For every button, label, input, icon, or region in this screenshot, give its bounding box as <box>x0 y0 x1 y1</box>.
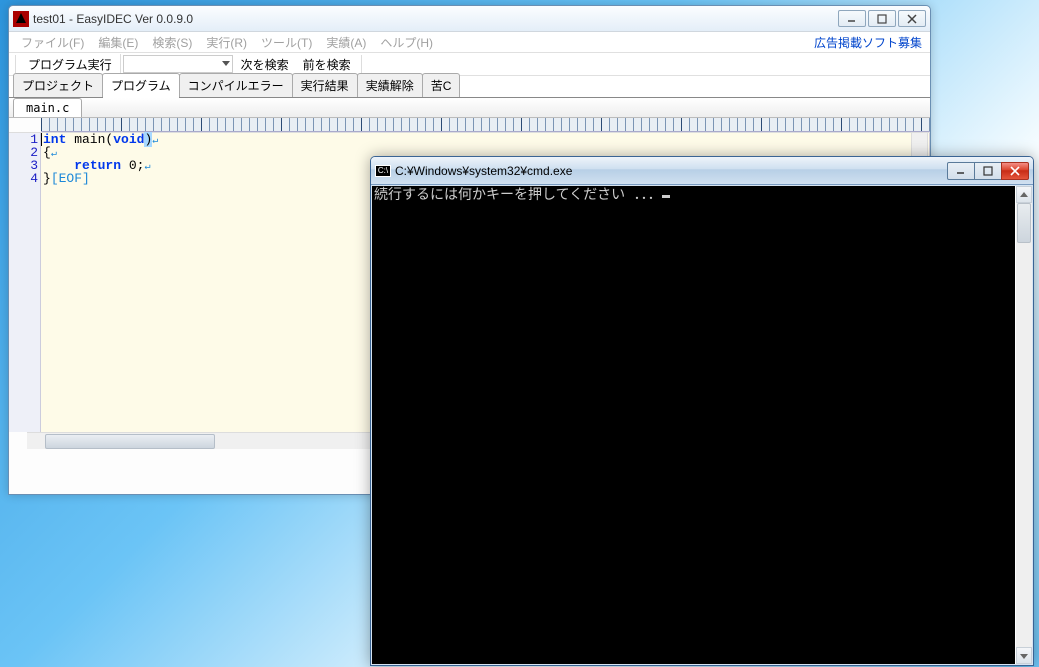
cmd-vertical-scrollbar[interactable] <box>1015 186 1032 664</box>
tab-project[interactable]: プロジェクト <box>13 73 103 97</box>
menu-run[interactable]: 実行(R) <box>202 32 251 53</box>
ad-link[interactable]: 広告掲載ソフト募集 <box>814 34 922 51</box>
cmd-maximize-button[interactable] <box>974 162 1002 180</box>
cmd-cursor <box>662 195 670 198</box>
ide-menubar: ファイル(F) 編集(E) 検索(S) 実行(R) ツール(T) 実績(A) ヘ… <box>9 32 930 52</box>
app-icon <box>13 11 29 27</box>
cmd-close-button[interactable] <box>1001 162 1029 180</box>
file-tab-main[interactable]: main.c <box>13 98 82 117</box>
next-search-button[interactable]: 次を検索 <box>235 54 295 75</box>
scrollbar-thumb[interactable] <box>45 434 215 449</box>
menu-tool[interactable]: ツール(T) <box>257 32 316 53</box>
close-icon <box>1010 166 1020 176</box>
scrollbar-track[interactable] <box>1016 243 1032 647</box>
line-number-gutter: 1 2 3 4 <box>9 133 41 432</box>
cmd-minimize-button[interactable] <box>947 162 975 180</box>
close-button[interactable] <box>898 10 926 27</box>
menu-edit[interactable]: 編集(E) <box>94 32 142 53</box>
ruler <box>41 118 930 132</box>
chevron-down-icon <box>222 61 230 67</box>
tab-result-unlock[interactable]: 実績解除 <box>357 73 423 97</box>
tab-exec-result[interactable]: 実行結果 <box>292 73 358 97</box>
cmd-console[interactable]: 続行するには何かキーを押してください ．．． <box>372 186 1015 664</box>
tab-program[interactable]: プログラム <box>102 73 180 97</box>
menu-result[interactable]: 実績(A) <box>322 32 370 53</box>
cmd-body: 続行するには何かキーを押してください ．．． <box>371 185 1033 665</box>
cmd-icon: C:\ <box>375 165 391 177</box>
prev-search-button[interactable]: 前を検索 <box>297 54 357 75</box>
scroll-down-button[interactable] <box>1016 647 1032 664</box>
chevron-down-icon <box>1020 653 1028 659</box>
maximize-icon <box>877 14 887 24</box>
tab-compile-error[interactable]: コンパイルエラー <box>179 73 293 97</box>
cmd-output: 続行するには何かキーを押してください ．．． <box>374 187 662 203</box>
caret <box>41 133 42 146</box>
maximize-button[interactable] <box>868 10 896 27</box>
cmd-window: C:\ C:¥Windows¥system32¥cmd.exe 続行するには何か… <box>370 156 1034 666</box>
maximize-icon <box>983 166 993 176</box>
chevron-up-icon <box>1020 192 1028 198</box>
toolbar-combo[interactable] <box>123 55 233 73</box>
ide-tabs: プロジェクト プログラム コンパイルエラー 実行結果 実績解除 苦C <box>9 76 930 98</box>
menu-search[interactable]: 検索(S) <box>148 32 196 53</box>
ide-titlebar[interactable]: test01 - EasyIDEC Ver 0.0.9.0 <box>9 6 930 32</box>
minimize-icon <box>847 14 857 24</box>
menu-help[interactable]: ヘルプ(H) <box>376 32 437 53</box>
cmd-titlebar[interactable]: C:\ C:¥Windows¥system32¥cmd.exe <box>371 157 1033 185</box>
scrollbar-thumb[interactable] <box>1017 203 1031 243</box>
file-tabs: main.c <box>9 98 930 118</box>
cmd-title: C:¥Windows¥system32¥cmd.exe <box>395 164 948 178</box>
menu-file[interactable]: ファイル(F) <box>17 32 88 53</box>
close-icon <box>907 14 917 24</box>
cmd-window-controls <box>948 162 1029 180</box>
ide-title: test01 - EasyIDEC Ver 0.0.9.0 <box>33 12 838 26</box>
ide-window-controls <box>838 10 926 27</box>
scroll-up-button[interactable] <box>1016 186 1032 203</box>
minimize-button[interactable] <box>838 10 866 27</box>
line-number: 4 <box>9 172 38 185</box>
minimize-icon <box>956 166 966 176</box>
toolbar-run-label: プログラム実行 <box>20 54 121 75</box>
tab-kurushic[interactable]: 苦C <box>422 73 461 97</box>
